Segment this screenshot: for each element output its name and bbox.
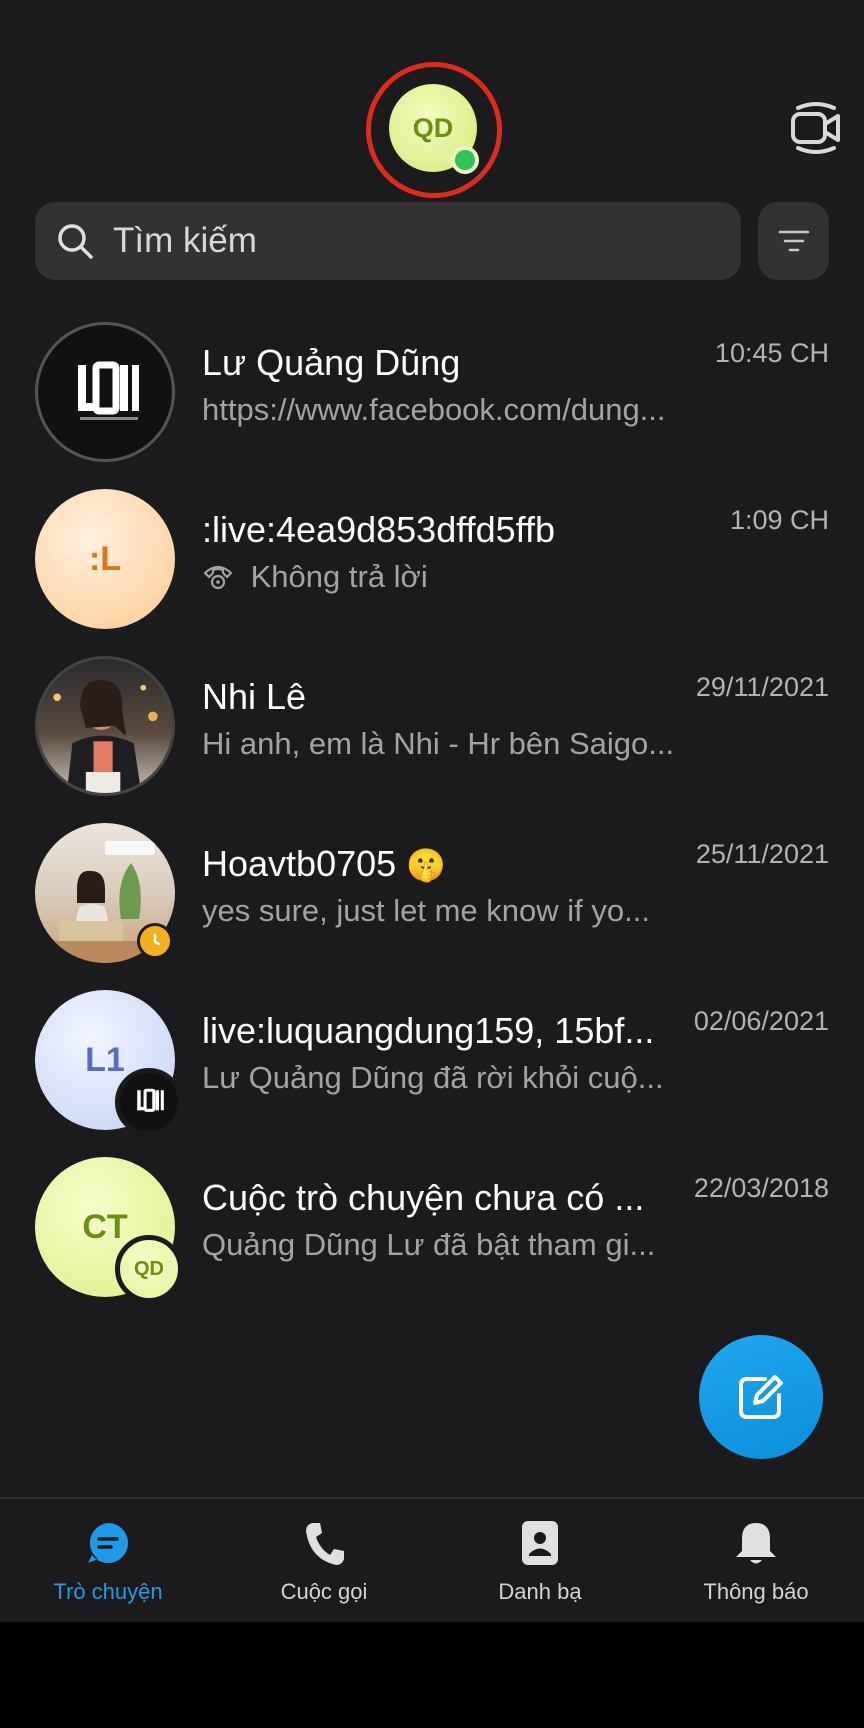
bell-icon	[736, 1523, 776, 1564]
filter-button[interactable]	[758, 202, 829, 280]
chat-item[interactable]: :L :live:4ea9d853dffd5ffb Không trả lời …	[0, 481, 864, 648]
phone-icon	[306, 1523, 344, 1565]
nav-tab-notifications[interactable]: Thông báo	[648, 1499, 864, 1622]
profile-photo	[53, 679, 158, 793]
nav-tab-calls[interactable]: Cuộc gọi	[216, 1499, 432, 1622]
search-input[interactable]	[113, 221, 673, 261]
chat-name: Lư Quảng Dũng	[202, 342, 461, 383]
chat-name: Nhi Lê	[202, 676, 307, 717]
chat-name: Cuộc trò chuyện chưa có ...	[202, 1177, 645, 1218]
chat-timestamp: 1:09 CH	[729, 505, 829, 535]
lqd-logo-image	[78, 361, 139, 420]
chat-timestamp: 02/06/2021	[693, 1006, 829, 1036]
nav-tab-chats[interactable]: Trò chuyện	[0, 1499, 216, 1622]
chat-bubble-icon	[88, 1523, 128, 1563]
chat-item[interactable]: L1 live:luquangdung159, 15bf... Lư Quảng…	[0, 982, 864, 1149]
system-navigation-area	[0, 1622, 864, 1728]
chat-name: Hoavtb0705 🤫	[202, 843, 446, 885]
my-avatar-initials: QD	[412, 112, 454, 143]
chat-preview: https://www.facebook.com/dung...	[202, 392, 666, 427]
bottom-navigation: Trò chuyện Cuộc gọi Danh bạ Thông báo	[0, 1497, 864, 1622]
nav-label: Trò chuyện	[53, 1579, 163, 1604]
search-icon	[58, 224, 93, 259]
chat-timestamp: 22/03/2018	[693, 1173, 829, 1203]
video-camera-icon	[791, 102, 840, 154]
chat-avatar: :L	[35, 489, 175, 629]
shushing-emoji: 🤫	[406, 847, 447, 883]
status-badge	[137, 923, 173, 959]
member-sub-avatar	[115, 1068, 183, 1136]
nav-label: Thông báo	[703, 1579, 809, 1604]
chat-preview: Không trả lời	[202, 559, 428, 595]
chat-item[interactable]: Hoavtb0705 🤫 yes sure, just let me know …	[0, 815, 864, 982]
search-bar[interactable]	[35, 202, 741, 280]
chat-timestamp: 10:45 CH	[714, 338, 829, 368]
chat-timestamp: 25/11/2021	[695, 839, 829, 869]
chat-item[interactable]: CT QD Cuộc trò chuyện chưa có ... Quảng …	[0, 1149, 864, 1316]
chat-preview: Quảng Dũng Lư đã bật tham gi...	[202, 1227, 656, 1262]
compose-icon	[739, 1375, 783, 1419]
new-chat-button[interactable]	[699, 1335, 823, 1459]
contacts-book-icon	[522, 1521, 558, 1565]
missed-call-icon	[203, 565, 233, 590]
avatar-initials: L1	[85, 1040, 125, 1079]
nav-label: Danh bạ	[498, 1579, 582, 1604]
chat-avatar	[35, 322, 175, 462]
chat-preview: yes sure, just let me know if yo...	[202, 893, 650, 928]
sub-avatar-initials: QD	[134, 1257, 164, 1280]
chat-name-text: Hoavtb0705	[202, 843, 397, 884]
avatar-initials: :L	[88, 539, 122, 578]
video-call-button[interactable]	[790, 98, 842, 158]
chat-preview: Hi anh, em là Nhi - Hr bên Saigo...	[202, 726, 675, 761]
filter-icon	[778, 230, 809, 252]
member-sub-avatar: QD	[115, 1235, 183, 1303]
app-screen: QD Tìm kiếm Lư Quảng Dũng https://www.fa…	[0, 0, 864, 1622]
lqd-logo-image	[137, 1088, 164, 1112]
chat-preview: Lư Quảng Dũng đã rời khỏi cuộ...	[202, 1060, 664, 1095]
chat-name: live:luquangdung159, 15bf...	[202, 1010, 655, 1051]
chat-avatar	[35, 656, 175, 796]
chat-name: :live:4ea9d853dffd5ffb	[202, 509, 555, 550]
chat-timestamp: 29/11/2021	[695, 672, 829, 702]
chat-preview-text: Không trả lời	[250, 559, 428, 594]
online-status-dot	[451, 146, 479, 174]
chat-item[interactable]: Nhi Lê Hi anh, em là Nhi - Hr bên Saigo.…	[0, 648, 864, 815]
nav-tab-contacts[interactable]: Danh bạ	[432, 1499, 648, 1622]
clock-icon	[153, 933, 161, 946]
chat-item[interactable]: Lư Quảng Dũng https://www.facebook.com/d…	[0, 314, 864, 481]
avatar-initials: CT	[82, 1207, 128, 1246]
nav-label: Cuộc gọi	[280, 1579, 368, 1604]
